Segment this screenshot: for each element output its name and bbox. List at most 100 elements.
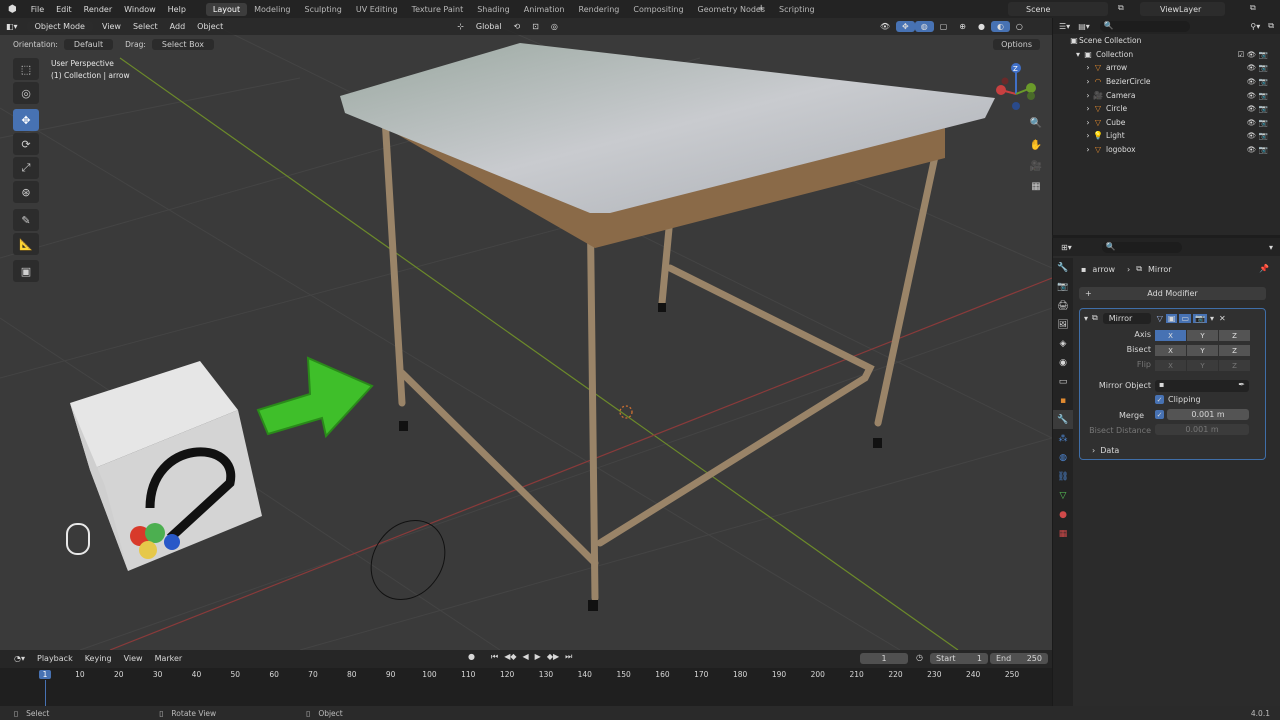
merge-distance-field[interactable]: 0.001 m — [1167, 409, 1249, 420]
marker-menu[interactable]: Marker — [155, 654, 183, 663]
pan-hand-icon[interactable]: ✋ — [1027, 136, 1045, 154]
orientation-dropdown[interactable]: Default — [63, 38, 114, 50]
workspace-tab-texture-paint[interactable]: Texture Paint — [405, 3, 471, 16]
mode-selector[interactable]: Object Mode — [26, 21, 93, 32]
modifier-tab-icon[interactable]: 🔧 — [1053, 410, 1073, 429]
move-tool-icon[interactable]: ✥ — [13, 109, 39, 131]
scene-tab-icon[interactable]: ◈ — [1053, 334, 1073, 353]
annotate-tool-icon[interactable]: ✎ — [13, 209, 39, 231]
workspace-tab-compositing[interactable]: Compositing — [626, 3, 690, 16]
playback-menu[interactable]: Playback — [37, 654, 73, 663]
camera-view-icon[interactable]: 🎥 — [1027, 157, 1045, 175]
measure-tool-icon[interactable]: 📐 — [13, 233, 39, 255]
outliner-collection[interactable]: ▾ ▣ Collection ☑ 👁 📷 — [1053, 48, 1280, 62]
properties-editor-icon[interactable]: ⊞▾ — [1061, 243, 1072, 252]
current-frame-field[interactable]: 1 — [860, 653, 908, 664]
disclosure-icon[interactable]: › — [1083, 91, 1093, 100]
remove-modifier-icon[interactable]: ✕ — [1219, 314, 1226, 323]
physics-tab-icon[interactable]: ◍ — [1053, 448, 1073, 467]
new-collection-icon[interactable]: ⧉ — [1268, 21, 1274, 31]
shading-solid-icon[interactable]: ● — [972, 21, 991, 32]
outliner-scene-collection[interactable]: ▣ Scene Collection — [1053, 34, 1280, 48]
outliner-item[interactable]: › ◠ BezierCircle 👁 📷 — [1053, 75, 1280, 89]
render-tab-icon[interactable]: 📷 — [1053, 277, 1073, 296]
menu-object[interactable]: Object — [191, 21, 229, 32]
disclosure-icon[interactable]: ▾ — [1073, 50, 1083, 59]
item-visibility-icons[interactable]: 👁 📷 — [1247, 77, 1268, 86]
outliner-item[interactable]: › ▽ arrow 👁 📷 — [1053, 61, 1280, 75]
snap-icon[interactable]: ⊡ — [526, 21, 545, 32]
pivot-icon[interactable]: ⟲ — [507, 21, 526, 32]
collection-visibility-icons[interactable]: ☑ 👁 📷 — [1238, 50, 1268, 59]
item-visibility-icons[interactable]: 👁 📷 — [1247, 145, 1268, 154]
axis-y-toggle[interactable]: Y — [1187, 330, 1218, 341]
workspace-tab-sculpting[interactable]: Sculpting — [298, 3, 349, 16]
modifier-dropdown-icon[interactable]: ▾ — [1210, 314, 1214, 323]
axis-x-toggle[interactable]: X — [1155, 330, 1186, 341]
menu-view[interactable]: View — [96, 21, 127, 32]
disclosure-icon[interactable]: › — [1083, 104, 1093, 113]
green-arrow-model[interactable] — [256, 356, 374, 439]
outliner-item[interactable]: › 🎥 Camera 👁 📷 — [1053, 88, 1280, 102]
scene-selector[interactable]: Scene — [1008, 2, 1108, 16]
overlay-toggle-icon[interactable]: ◍ — [914, 21, 934, 32]
mirror-object-field[interactable]: ▪ ✒ — [1155, 380, 1249, 392]
zoom-icon[interactable]: 🔍 — [1027, 114, 1045, 132]
properties-options-icon[interactable]: ▾ — [1269, 243, 1273, 252]
bisect-y-toggle[interactable]: Y — [1187, 345, 1218, 356]
drag-dropdown[interactable]: Select Box — [151, 38, 214, 50]
constraints-tab-icon[interactable]: ⛓ — [1053, 467, 1073, 486]
display-mode-icon[interactable]: ▤▾ — [1078, 22, 1090, 31]
collapse-chevron-icon[interactable]: ▾ — [1084, 314, 1088, 323]
scale-tool-icon[interactable]: ⤢ — [13, 157, 39, 179]
navigation-gizmo[interactable]: Z — [996, 63, 1036, 110]
gizmo-toggle-icon[interactable]: ✥ — [896, 21, 915, 32]
disclosure-icon[interactable]: › — [1083, 118, 1093, 127]
frame-ruler[interactable]: 1 10 20 30 40 50 60 70 80 90 100 110 120 130 140 150 160… — [0, 668, 1052, 682]
tool-tab-icon[interactable]: 🔧 — [1053, 258, 1073, 277]
view-layer-selector[interactable]: ViewLayer — [1140, 2, 1225, 16]
select-box-tool-icon[interactable]: ⬚ — [13, 58, 39, 80]
shading-wireframe-icon[interactable]: ⊕ — [953, 21, 972, 32]
outliner-item[interactable]: › ▽ Cube 👁 📷 — [1053, 116, 1280, 130]
blender-logo-icon[interactable]: ⬢ — [0, 4, 25, 15]
workspace-tab-rendering[interactable]: Rendering — [572, 3, 627, 16]
play-reverse-icon[interactable]: ◀ — [523, 652, 529, 662]
disclosure-icon[interactable]: › — [1083, 63, 1093, 72]
transform-tool-icon[interactable]: ⊛ — [13, 181, 39, 203]
perspective-grid-icon[interactable]: ▦ — [1027, 177, 1045, 195]
workspace-tab-shading[interactable]: Shading — [470, 3, 517, 16]
filter-icon[interactable]: ⚲▾ — [1250, 22, 1260, 31]
axis-z-toggle[interactable]: Z — [1219, 330, 1250, 341]
add-workspace-icon[interactable]: + — [757, 3, 765, 14]
add-modifier-button[interactable]: + Add Modifier — [1079, 287, 1266, 300]
outliner-editor-icon[interactable]: ☰▾ — [1059, 22, 1070, 31]
next-key-icon[interactable]: ◆▶ — [547, 652, 559, 662]
workspace-tab-modeling[interactable]: Modeling — [247, 3, 297, 16]
stopwatch-icon[interactable]: ◷ — [916, 653, 923, 662]
view-layer-tab-icon[interactable]: 🖼 — [1053, 315, 1073, 334]
disclosure-icon[interactable]: › — [1083, 131, 1093, 140]
rotate-tool-icon[interactable]: ⟳ — [13, 133, 39, 155]
menu-help[interactable]: Help — [162, 5, 192, 14]
record-icon[interactable]: ● — [468, 652, 475, 662]
menu-file[interactable]: File — [25, 5, 50, 14]
collection-tab-icon[interactable]: ▭ — [1053, 372, 1073, 391]
prev-key-icon[interactable]: ◀◆ — [504, 652, 516, 662]
end-frame-field[interactable]: End 250 — [990, 653, 1048, 664]
texture-tab-icon[interactable]: ▦ — [1053, 524, 1073, 543]
disclosure-icon[interactable]: › — [1083, 145, 1093, 154]
transform-orientation-icon[interactable]: ⊹ — [451, 21, 470, 32]
object-tab-icon[interactable]: ▪ — [1053, 391, 1073, 410]
playhead-line[interactable] — [45, 680, 46, 706]
workspace-tab-uv-editing[interactable]: UV Editing — [349, 3, 405, 16]
clipping-check-icon[interactable]: ✓ — [1155, 395, 1164, 404]
data-tab-icon[interactable]: ▽ — [1053, 486, 1073, 505]
item-visibility-icons[interactable]: 👁 📷 — [1247, 63, 1268, 72]
new-view-layer-icon[interactable]: ⧉ — [1250, 3, 1256, 13]
workspace-tab-layout[interactable]: Layout — [205, 2, 248, 16]
modifier-name-field[interactable]: Mirror — [1102, 312, 1151, 324]
workspace-tab-scripting[interactable]: Scripting — [772, 3, 822, 16]
outliner-item[interactable]: › 💡 Light 👁 📷 — [1053, 129, 1280, 143]
eyedropper-icon[interactable]: ✒ — [1238, 380, 1245, 389]
